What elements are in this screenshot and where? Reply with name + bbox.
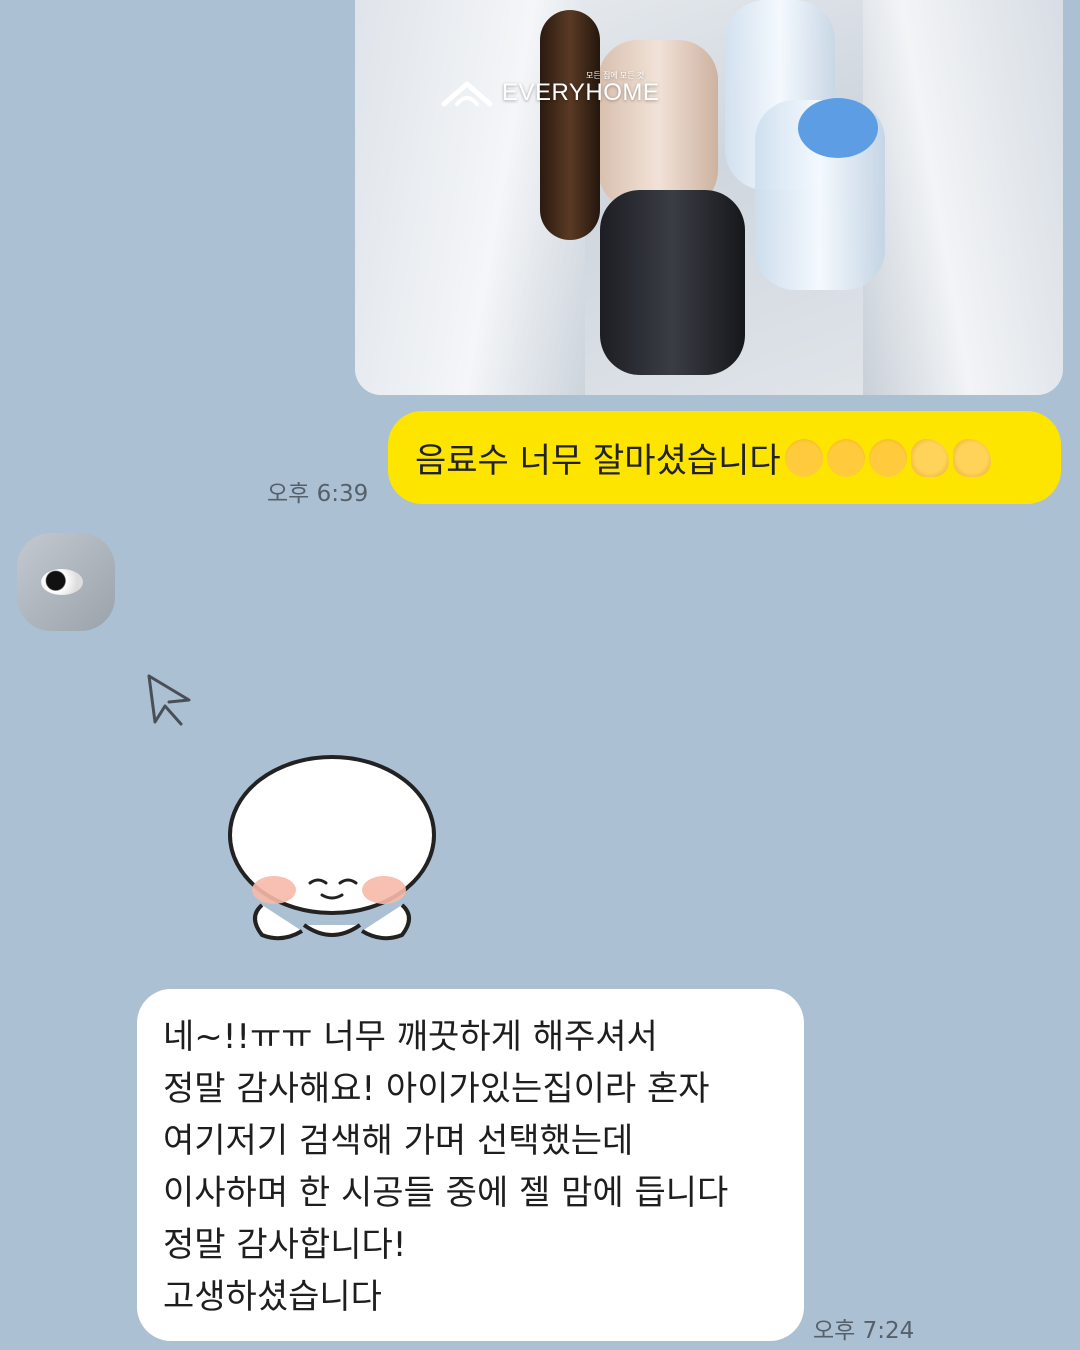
amber-bottle	[540, 10, 600, 240]
thumbs-up-icon	[910, 438, 949, 477]
sticker-image	[228, 755, 436, 941]
message-line: 네~!!ㅠㅠ 너무 깨끗하게 해주셔서	[163, 1017, 658, 1057]
loudly-crying-face-icon	[784, 438, 823, 477]
message-timestamp: 오후 7:24	[813, 1318, 915, 1344]
house-hands-icon	[441, 81, 493, 107]
logo-text: EVERYHOME	[502, 79, 660, 106]
message-line: 고생하셨습니다	[163, 1277, 382, 1317]
logo-tagline: 모든 집에 모든 것	[586, 71, 645, 80]
bag-right	[863, 0, 1063, 395]
message-line: 이사하며 한 시공들 중에 젤 맘에 듭니다	[163, 1173, 729, 1213]
message-timestamp: 오후 6:39	[267, 481, 369, 507]
coffee-bottle	[598, 40, 718, 210]
their-message-bubble[interactable]: 네~!!ㅠㅠ 너무 깨끗하게 해주셔서 정말 감사해요! 아이가있는집이라 혼자…	[137, 989, 804, 1341]
loudly-crying-face-icon	[868, 438, 907, 477]
puppy-photo	[41, 569, 83, 595]
shared-photo[interactable]	[355, 0, 1063, 395]
loudly-crying-face-icon	[826, 438, 865, 477]
cursor-arrow-icon	[147, 674, 191, 726]
everyhome-logo: EVERYHOME 모든 집에 모든 것	[440, 71, 660, 110]
my-message-bubble[interactable]: 음료수 너무 잘마셨습니다	[388, 411, 1061, 504]
message-text: 음료수 너무 잘마셨습니다	[415, 441, 781, 481]
thumbs-up-icon	[952, 438, 991, 477]
message-line: 정말 감사합니다!	[163, 1225, 407, 1265]
message-line: 여기저기 검색해 가며 선택했는데	[163, 1121, 634, 1161]
coffee-bottle-dark	[600, 190, 745, 375]
bottle-cap-blue	[798, 98, 878, 158]
emoji-row	[784, 438, 991, 477]
message-line: 정말 감사해요! 아이가있는집이라 혼자	[163, 1069, 710, 1109]
avatar[interactable]	[17, 533, 115, 631]
